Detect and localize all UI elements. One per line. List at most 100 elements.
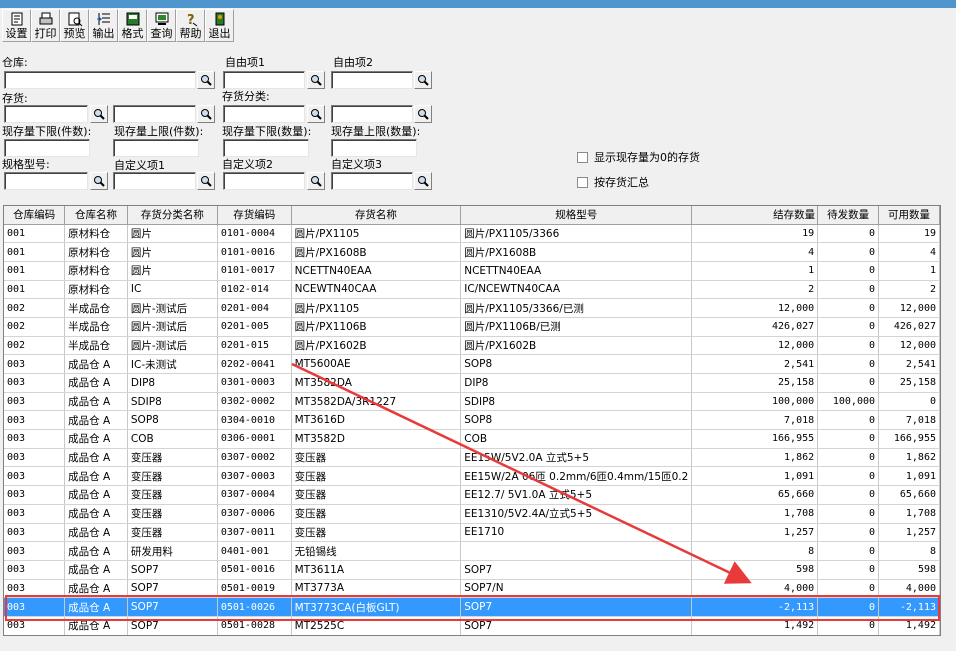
table-cell[interactable]: -2,113 <box>878 597 940 617</box>
table-cell[interactable]: 0501-0016 <box>217 560 292 580</box>
column-header[interactable]: 存货名称 <box>291 206 462 225</box>
table-cell[interactable]: 圆片 <box>127 224 218 244</box>
table-cell[interactable]: 65,660 <box>878 485 940 505</box>
table-cell[interactable]: 成品仓 A <box>64 504 128 524</box>
format-button[interactable]: 格式 <box>118 9 147 42</box>
summary-by-inventory-checkbox[interactable]: 按存货汇总 <box>577 174 649 190</box>
table-cell[interactable]: 变压器 <box>291 504 462 524</box>
column-header[interactable]: 待发数量 <box>817 206 880 225</box>
table-cell[interactable]: 003 <box>4 616 66 635</box>
user-def1-lookup-button[interactable] <box>197 172 215 190</box>
table-cell[interactable]: SDIP8 <box>460 392 693 412</box>
export-button[interactable]: 输出 <box>89 9 118 42</box>
table-row[interactable]: 003 成品仓 A 变压器 0307-0002 变压器 EE15W/5V2.0A 立式5+… <box>4 448 940 468</box>
table-cell[interactable]: 0 <box>817 261 880 281</box>
preview-button[interactable]: 预览 <box>60 9 89 42</box>
table-cell[interactable]: MT3582D <box>291 429 462 449</box>
table-cell[interactable]: SOP7 <box>127 616 218 635</box>
table-cell[interactable]: 原材料仓 <box>64 280 128 300</box>
table-cell[interactable]: DIP8 <box>460 373 693 393</box>
max-qty-pieces-input[interactable] <box>113 139 199 157</box>
max-qty-input[interactable] <box>331 139 417 157</box>
table-row[interactable]: 003 成品仓 A SDIP8 0302-0002 MT3582DA/3R1227 SDI… <box>4 392 940 412</box>
table-cell[interactable]: MT3611A <box>291 560 462 580</box>
table-cell[interactable]: 0 <box>817 280 880 300</box>
inventory-class-from-input[interactable] <box>223 105 305 123</box>
table-cell[interactable]: 2,541 <box>691 354 819 374</box>
table-cell[interactable]: 166,955 <box>691 429 819 449</box>
table-cell[interactable]: 半成品仓 <box>64 298 128 318</box>
help-button[interactable]: ? 帮助 <box>176 9 205 42</box>
table-cell[interactable]: 成品仓 A <box>64 597 128 617</box>
table-cell[interactable]: MT5600AE <box>291 354 462 374</box>
table-cell[interactable]: 0 <box>817 354 880 374</box>
table-cell[interactable]: 0307-0011 <box>217 523 292 543</box>
table-cell[interactable]: 0301-0003 <box>217 373 292 393</box>
table-cell[interactable]: 1,492 <box>691 616 819 635</box>
table-cell[interactable]: 圆片/PX1105 <box>291 224 462 244</box>
table-cell[interactable]: SOP7 <box>127 579 218 599</box>
table-cell[interactable]: 003 <box>4 579 66 599</box>
user-def3-input[interactable] <box>331 172 413 190</box>
table-cell[interactable]: 003 <box>4 392 66 412</box>
table-row[interactable]: 001 原材料仓 圆片 0101-0016 圆片/PX1608B 圆片/PX1608B 4 0… <box>4 242 940 262</box>
table-cell[interactable]: 003 <box>4 597 66 617</box>
table-cell[interactable]: 研发用料 <box>127 541 218 561</box>
table-cell[interactable]: 65,660 <box>691 485 819 505</box>
table-row[interactable]: 003 成品仓 A 变压器 0307-0006 变压器 EE1310/5V2.4A/立式5… <box>4 504 940 524</box>
table-cell[interactable]: 0 <box>817 560 880 580</box>
table-cell[interactable]: 2,541 <box>878 354 940 374</box>
inventory-to-input[interactable] <box>113 105 196 123</box>
table-cell[interactable]: MT3582DA <box>291 373 462 393</box>
table-cell[interactable]: 0401-001 <box>217 541 292 561</box>
column-header[interactable]: 存货分类名称 <box>127 206 218 225</box>
table-row[interactable]: 001 原材料仓 圆片 0101-0017 NCETTN40EAA NCETTN40EAA… <box>4 261 940 281</box>
table-cell[interactable]: 0 <box>817 466 880 487</box>
table-cell[interactable]: 1 <box>878 261 940 281</box>
min-qty-input[interactable] <box>223 139 309 157</box>
checkbox-box[interactable] <box>577 176 588 188</box>
table-cell[interactable]: SOP8 <box>127 410 218 431</box>
table-row[interactable]: 002 半成品仓 圆片-测试后 0201-004 圆片/PX1105 圆片/PX1105/… <box>4 298 940 318</box>
table-cell[interactable]: 003 <box>4 410 66 431</box>
inventory-class-to-lookup-button[interactable] <box>414 105 432 123</box>
table-cell[interactable]: SOP7 <box>460 560 693 580</box>
table-cell[interactable]: 003 <box>4 485 66 505</box>
custom1-lookup-button[interactable] <box>307 71 325 89</box>
table-cell[interactable]: 0 <box>817 504 880 524</box>
warehouse-lookup-button[interactable] <box>197 71 215 89</box>
table-row[interactable]: 001 原材料仓 圆片 0101-0004 圆片/PX1105 圆片/PX1105/336… <box>4 224 940 244</box>
table-cell[interactable]: 003 <box>4 373 66 393</box>
table-cell[interactable]: 1,862 <box>691 448 819 468</box>
table-cell[interactable]: 002 <box>4 317 66 337</box>
table-cell[interactable]: 成品仓 A <box>64 616 128 635</box>
table-cell[interactable]: 100,000 <box>817 392 880 412</box>
table-cell[interactable]: 变压器 <box>291 523 462 543</box>
user-def3-lookup-button[interactable] <box>414 172 432 190</box>
table-cell[interactable]: 0 <box>817 336 880 356</box>
table-cell[interactable]: 4,000 <box>691 579 819 599</box>
custom1-input[interactable] <box>223 71 305 89</box>
table-cell[interactable]: 003 <box>4 523 66 543</box>
table-cell[interactable]: 12,000 <box>691 298 819 318</box>
table-cell[interactable]: 0 <box>817 616 880 635</box>
table-cell[interactable]: 成品仓 A <box>64 466 128 487</box>
table-cell[interactable]: 8 <box>878 541 940 561</box>
table-cell[interactable]: SOP7/N <box>460 579 693 599</box>
table-cell[interactable]: 003 <box>4 466 66 487</box>
table-cell[interactable]: 0 <box>878 392 940 412</box>
table-cell[interactable]: 003 <box>4 541 66 561</box>
table-cell[interactable]: 圆片/PX1602B <box>460 336 693 356</box>
table-cell[interactable]: 圆片-测试后 <box>127 336 218 356</box>
table-cell[interactable]: MT2525C <box>291 616 462 635</box>
table-cell[interactable]: 1,257 <box>878 523 940 543</box>
table-row[interactable]: 003 成品仓 A 变压器 0307-0004 变压器 EE12.7/ 5V1.0A 立式… <box>4 485 940 505</box>
table-cell[interactable]: 0307-0004 <box>217 485 292 505</box>
custom2-input[interactable] <box>331 71 413 89</box>
table-cell[interactable]: IC-未测试 <box>127 354 218 374</box>
table-cell[interactable]: 003 <box>4 504 66 524</box>
table-cell[interactable]: 1,492 <box>878 616 940 635</box>
table-cell[interactable]: MT3773A <box>291 579 462 599</box>
table-row[interactable]: 003 成品仓 A DIP8 0301-0003 MT3582DA DIP8 25,158 0… <box>4 373 940 393</box>
table-cell[interactable]: 0 <box>817 541 880 561</box>
